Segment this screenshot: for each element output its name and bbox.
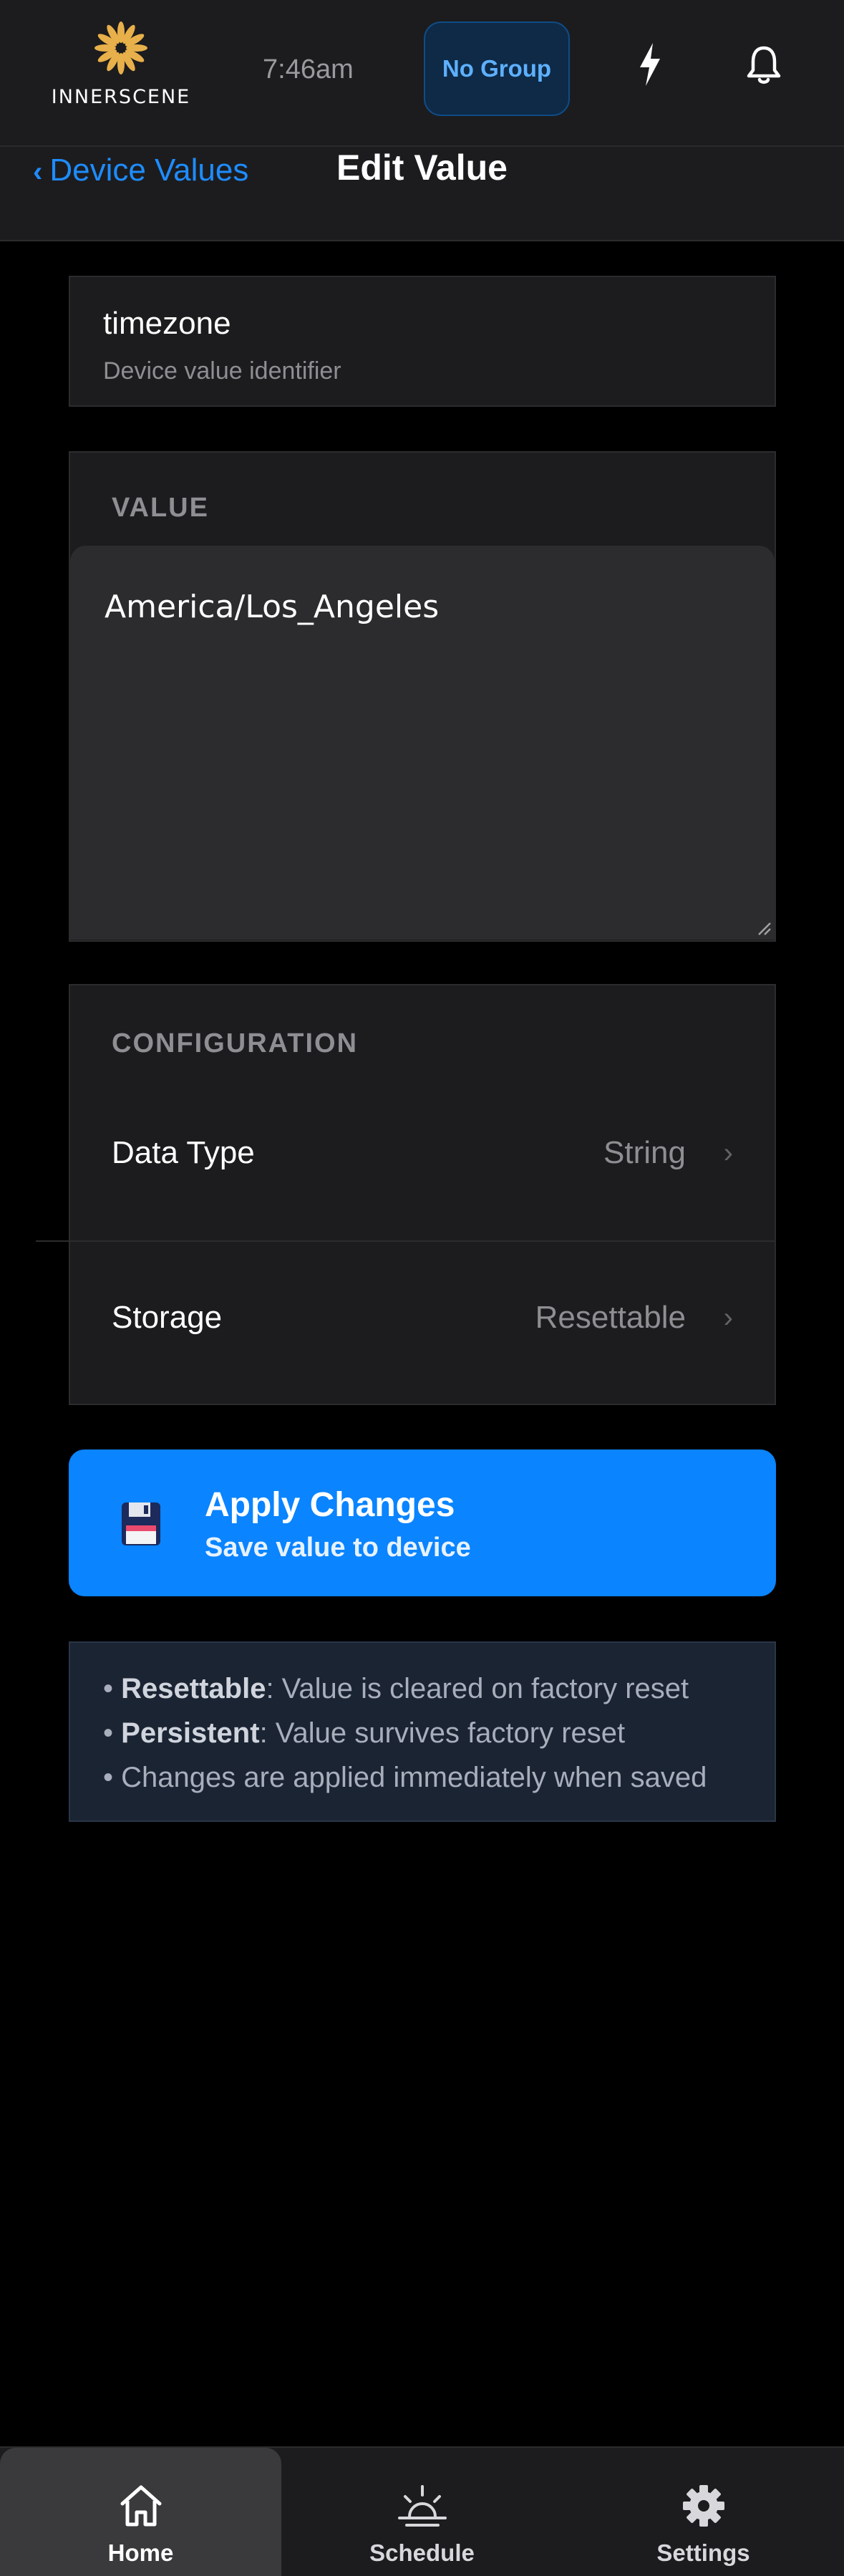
info-text: : Value survives factory reset (259, 1717, 626, 1749)
data-type-value: String (603, 1135, 686, 1170)
chevron-right-icon: › (723, 1301, 733, 1333)
floppy-disk-icon (122, 1502, 160, 1545)
value-textarea[interactable]: America/Los_Angeles (70, 546, 775, 940)
value-section-label: VALUE (112, 493, 209, 523)
bullet: • (103, 1717, 114, 1749)
brand-logo[interactable]: INNERSCENE (42, 20, 200, 108)
info-text: : Value is cleared on factory reset (266, 1673, 689, 1704)
group-selector-button[interactable]: No Group (424, 21, 570, 116)
page-title-text: Edit Value (336, 148, 508, 188)
identifier-subtitle: Device value identifier (103, 357, 341, 385)
tab-home[interactable]: Home (0, 2448, 281, 2576)
apply-changes-button[interactable]: Apply Changes Save value to device (69, 1449, 776, 1596)
info-term: Resettable (121, 1673, 266, 1704)
home-icon (120, 2485, 161, 2527)
info-term: Persistent (121, 1717, 260, 1749)
tab-schedule[interactable]: Schedule (281, 2448, 563, 2576)
chevron-right-icon: › (723, 1137, 733, 1169)
info-line-apply: • Changes are applied immediately when s… (103, 1762, 707, 1794)
data-type-row[interactable]: Data Type String › (70, 1071, 775, 1235)
value-identifier: timezone (103, 306, 231, 341)
gear-icon (682, 2485, 724, 2527)
info-line-persistent: • Persistent: Value survives factory res… (103, 1717, 625, 1750)
configuration-section: CONFIGURATION Data Type String › Storage… (69, 984, 776, 1405)
storage-value: Resettable (535, 1300, 686, 1335)
value-section: VALUE America/Los_Angeles (69, 451, 776, 942)
logo-text: INNERSCENE (51, 86, 191, 108)
sunburst-icon (94, 21, 147, 74)
bottom-tab-bar: Home Schedule Settings (0, 2446, 844, 2576)
tab-settings-label: Settings (656, 2539, 750, 2566)
info-text: Changes are applied immediately when sav… (121, 1762, 707, 1793)
bell-icon[interactable] (746, 44, 782, 86)
apply-title: Apply Changes (205, 1486, 455, 1524)
tab-schedule-label: Schedule (369, 2539, 475, 2566)
resize-handle-icon[interactable] (756, 920, 772, 936)
lightning-icon[interactable] (637, 43, 663, 86)
storage-info-note: • Resettable: Value is cleared on factor… (69, 1641, 776, 1822)
storage-row[interactable]: Storage Resettable › (70, 1236, 775, 1399)
row-divider (36, 1240, 776, 1242)
info-line-resettable: • Resettable: Value is cleared on factor… (103, 1673, 689, 1705)
identifier-card: timezone Device value identifier (69, 276, 776, 407)
sunrise-icon (397, 2485, 447, 2527)
app-header: INNERSCENE 7:46am No Group (0, 0, 844, 147)
bullet: • (103, 1673, 114, 1704)
clock-time: 7:46am (263, 54, 354, 85)
data-type-label: Data Type (112, 1135, 255, 1170)
bullet: • (103, 1762, 114, 1793)
tab-home-label: Home (107, 2539, 174, 2566)
navigation-bar: ‹ Device Values Edit Value (0, 147, 844, 241)
tab-settings[interactable]: Settings (563, 2448, 844, 2576)
page-title: Edit Value (0, 147, 844, 188)
storage-label: Storage (112, 1300, 223, 1335)
apply-subtitle: Save value to device (205, 1533, 471, 1563)
configuration-section-label: CONFIGURATION (112, 1028, 359, 1058)
